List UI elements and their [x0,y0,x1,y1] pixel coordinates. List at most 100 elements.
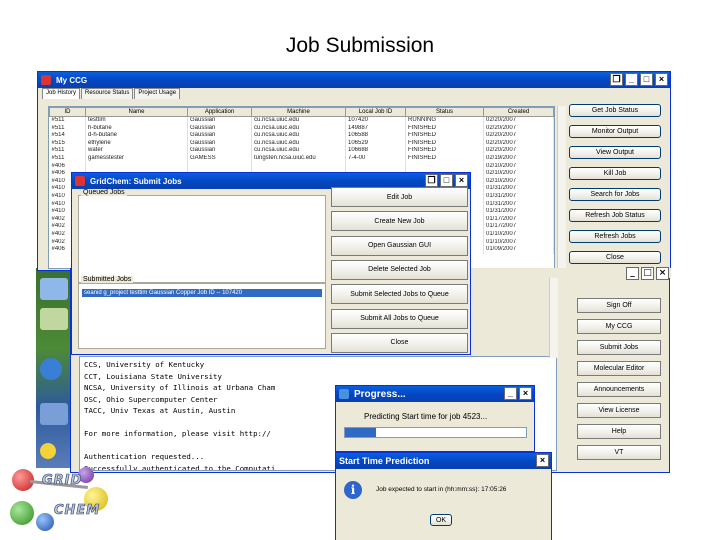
table-row[interactable]: #514 d-h-butane Gaussian cu.ncsa.uiuc.edu 10… [49,132,554,140]
table-cell: tungsten.ncsa.uiuc.edu [251,154,346,163]
my-ccg-titlebar[interactable]: My CCG ❐ _ □ × [38,72,670,88]
my-ccg-button[interactable]: My CCG [577,319,661,334]
app-icon [41,75,51,85]
minimize-icon[interactable]: _ [625,73,638,86]
minimize-icon[interactable]: _ [626,267,639,280]
table-row[interactable]: #511 h-butane Gaussian cu.ncsa.uiuc.edu 1498… [49,124,554,133]
column-header[interactable]: Created [483,107,554,117]
column-header[interactable]: Local Job ID [345,107,406,117]
desktop-icon[interactable] [40,308,68,330]
table-cell [85,162,188,171]
close-icon[interactable]: × [655,73,668,86]
console-line: CCT, Louisiana State University [84,371,222,381]
info-icon: i [344,481,362,499]
restore-icon[interactable]: ❐ [425,174,438,187]
help-button[interactable]: Help [577,424,661,439]
search-for-jobs-button[interactable]: Search for Jobs [569,188,661,201]
refresh-jobs-button[interactable]: Refresh Jobs [569,230,661,243]
close-icon[interactable]: × [536,454,549,467]
table-cell [187,162,252,171]
tab-resource-status[interactable]: Resource Status [81,88,134,99]
ok-button[interactable]: OK [430,514,452,526]
announcements-button[interactable]: Announcements [577,382,661,397]
close-icon[interactable]: × [656,267,669,280]
table-cell [251,162,346,171]
table-cell: #511 [49,116,86,125]
get-job-status-button[interactable]: Get Job Status [569,104,661,117]
table-cell: FINISHED [405,154,484,163]
progress-titlebar[interactable]: Progress... _ × [336,386,534,402]
table-cell: 01/31/2007 [483,185,554,193]
table-cell: water [85,147,188,155]
kill-job-button[interactable]: Kill Job [569,167,661,180]
table-cell: 02/10/2007 [483,162,554,171]
open-gaussian-gui-button[interactable]: Open Gaussian GUI [331,235,468,256]
molecular-editor-button[interactable]: Molecular Editor [577,361,661,376]
logo-atom-green [10,501,34,525]
desktop-icon[interactable] [40,278,68,300]
logo-text-grid: GRID [42,473,83,489]
create-new-job-button[interactable]: Create New Job [331,211,468,232]
maximize-icon[interactable]: □ [641,267,654,280]
submitted-jobs-list[interactable]: seanid g_project testtim Gaussian Copper… [78,283,326,349]
table-cell: 107420 [345,116,406,125]
delete-selected-job-button[interactable]: Delete Selected Job [331,259,468,280]
progress-message: Predicting Start time for job 4523... [364,412,488,421]
table-row[interactable]: #511 water Gaussian cu.ncsa.uiuc.edu 106688 F… [49,147,554,155]
smiley-icon[interactable] [40,443,56,459]
table-cell: cu.ncsa.uiuc.edu [251,139,346,148]
table-cell: 01/17/2007 [483,223,554,231]
table-cell: 01/31/2007 [483,208,554,216]
console-scrollbar[interactable] [549,278,558,358]
minimize-icon[interactable]: _ [504,387,517,400]
table-cell: RUNNING [405,116,484,125]
close-button[interactable]: Close [331,332,468,353]
table-cell: 02/20/2007 [483,132,554,140]
monitor-output-button[interactable]: Monitor Output [569,125,661,138]
app-icon [339,389,349,399]
table-row[interactable]: #511 gamesstester GAMESS tungsten.ncsa.uiuc… [49,154,554,163]
desktop-icon[interactable] [40,403,68,425]
edit-job-button[interactable]: Edit Job [331,187,468,207]
table-row[interactable]: #511 testtim Gaussian cu.ncsa.uiuc.edu 10742… [49,116,554,125]
vt-button[interactable]: VT [577,445,661,460]
column-header[interactable]: Machine [251,107,346,117]
tab-job-history[interactable]: Job History [42,88,81,99]
close-icon[interactable]: × [519,387,532,400]
start-time-prediction-dialog: Start Time Prediction × i Job expected t… [335,452,552,540]
gridchem-logo: GRID CHEM [0,463,130,540]
submit-jobs-button[interactable]: Submit Jobs [577,340,661,355]
internet-explorer-icon[interactable] [40,358,62,380]
table-row[interactable]: #406 02/10/2007 [49,162,554,171]
restore-icon[interactable]: ❐ [610,73,623,86]
column-header[interactable]: Application [187,107,252,117]
table-cell: ethylene [85,139,188,148]
table-scrollbar[interactable] [557,106,566,269]
submit-selected-jobs-button[interactable]: Submit Selected Jobs to Queue [331,284,468,305]
submitted-job-item[interactable]: seanid g_project testtim Gaussian Copper… [82,289,322,297]
view-license-button[interactable]: View License [577,403,661,418]
table-cell: FINISHED [405,132,484,140]
column-header[interactable]: Status [405,107,484,117]
table-row[interactable]: #515 ethylene Gaussian cu.ncsa.uiuc.edu 1065… [49,139,554,148]
refresh-job-status-button[interactable]: Refresh Job Status [569,209,661,222]
maximize-icon[interactable]: □ [440,174,453,187]
table-cell: #511 [49,154,86,163]
app-icon [75,176,85,186]
close-icon[interactable]: × [455,174,468,187]
queued-jobs-list[interactable] [78,195,326,283]
column-header[interactable]: ID [49,107,86,117]
prediction-titlebar[interactable]: Start Time Prediction × [336,453,551,469]
submit-all-jobs-button[interactable]: Submit All Jobs to Queue [331,308,468,329]
sign-off-button[interactable]: Sign Off [577,298,661,313]
tab-project-usage[interactable]: Project Usage [134,88,181,99]
table-cell: 01/10/2007 [483,238,554,247]
table-cell: cu.ncsa.uiuc.edu [251,132,346,140]
maximize-icon[interactable]: □ [640,73,653,86]
logo-text-chem: CHEM [54,503,101,519]
view-output-button[interactable]: View Output [569,146,661,159]
close-button[interactable]: Close [569,251,661,264]
column-header[interactable]: Name [85,107,188,117]
table-cell: #511 [49,124,86,133]
submitted-jobs-label: Submitted Jobs [81,276,134,283]
